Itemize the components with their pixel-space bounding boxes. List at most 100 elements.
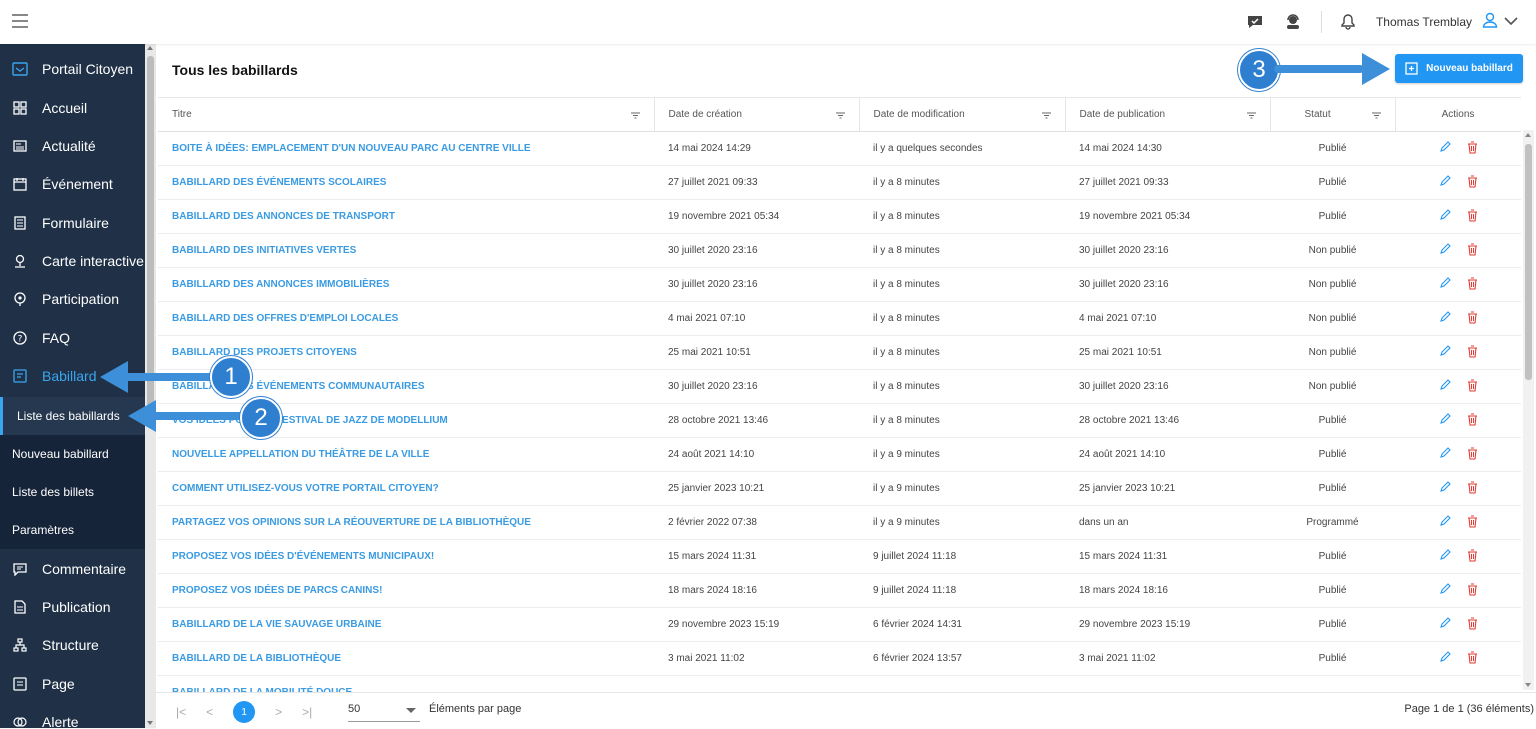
sidebar-item-commentaire[interactable]: Commentaire bbox=[0, 550, 145, 588]
edit-pencil-icon[interactable] bbox=[1439, 379, 1451, 391]
delete-trash-icon[interactable] bbox=[1467, 447, 1478, 460]
sidebar-subitem-liste-des-billets[interactable]: Liste des billets bbox=[0, 473, 145, 511]
filter-icon[interactable] bbox=[1246, 111, 1256, 122]
sidebar-item-alerte[interactable]: Alerte bbox=[0, 703, 145, 728]
edit-pencil-icon[interactable] bbox=[1439, 311, 1451, 323]
last-page-icon[interactable]: >| bbox=[302, 705, 312, 719]
column-header-date-creation[interactable]: Date de création bbox=[654, 98, 860, 132]
column-header-statut[interactable]: Statut bbox=[1270, 98, 1396, 132]
sidebar-item-faq[interactable]: ? FAQ bbox=[0, 319, 145, 357]
row-title-link[interactable]: Comment utilisez-vous votre portail cito… bbox=[158, 471, 654, 506]
delete-trash-icon[interactable] bbox=[1467, 549, 1478, 562]
row-title-link[interactable]: Nouvelle appellation du théâtre de la vi… bbox=[158, 437, 654, 472]
sidebar-item-page[interactable]: Page bbox=[0, 665, 145, 703]
delete-trash-icon[interactable] bbox=[1467, 141, 1478, 154]
sidebar-scrollbar[interactable] bbox=[145, 44, 156, 728]
new-board-button[interactable]: Nouveau babillard bbox=[1395, 54, 1523, 83]
user-profile-icon[interactable] bbox=[1482, 12, 1498, 33]
row-title-link[interactable]: Babillard de la mobilité douce bbox=[158, 675, 654, 692]
scroll-up-icon[interactable] bbox=[147, 46, 153, 50]
table-row[interactable]: Babillard de la mobilité douce bbox=[158, 675, 1521, 692]
delete-trash-icon[interactable] bbox=[1467, 413, 1478, 426]
row-title-link[interactable]: Proposez vos idées d'événements municipa… bbox=[158, 539, 654, 574]
sidebar-item-formulaire[interactable]: Formulaire bbox=[0, 204, 145, 242]
row-title-link[interactable]: Boite à idées: Emplacement d'un nouveau … bbox=[158, 131, 654, 166]
edit-pencil-icon[interactable] bbox=[1439, 515, 1451, 527]
edit-pencil-icon[interactable] bbox=[1439, 413, 1451, 425]
delete-trash-icon[interactable] bbox=[1467, 651, 1478, 664]
delete-trash-icon[interactable] bbox=[1467, 379, 1478, 392]
row-title-link[interactable]: Partagez vos opinions sur la réouverture… bbox=[158, 505, 654, 540]
filter-icon[interactable] bbox=[1371, 111, 1381, 122]
delete-trash-icon[interactable] bbox=[1467, 583, 1478, 596]
column-header-titre[interactable]: Titre bbox=[158, 98, 655, 132]
column-header-date-publication[interactable]: Date de publication bbox=[1065, 98, 1271, 132]
row-title-link[interactable]: Babillard des offres d'emploi locales bbox=[158, 301, 654, 336]
hamburger-menu-icon[interactable] bbox=[12, 14, 28, 28]
table-row[interactable]: Babillard de la bibliothèque 3 mai 2021 1… bbox=[158, 641, 1521, 676]
previous-page-icon[interactable]: < bbox=[206, 705, 213, 719]
table-row[interactable]: Comment utilisez-vous votre portail cito… bbox=[158, 471, 1521, 506]
support-agent-icon[interactable] bbox=[1283, 12, 1303, 32]
delete-trash-icon[interactable] bbox=[1467, 617, 1478, 630]
next-page-icon[interactable]: > bbox=[275, 705, 282, 719]
sidebar-item-carte-interactive[interactable]: Carte interactive bbox=[0, 242, 145, 280]
sidebar-item-publication[interactable]: Publication bbox=[0, 588, 145, 626]
edit-pencil-icon[interactable] bbox=[1439, 617, 1451, 629]
user-name[interactable]: Thomas Tremblay bbox=[1376, 15, 1472, 29]
row-title-link[interactable]: Babillard des annonces immobilières bbox=[158, 267, 654, 302]
items-per-page-select[interactable]: 50 bbox=[348, 703, 420, 722]
edit-pencil-icon[interactable] bbox=[1439, 481, 1451, 493]
table-row[interactable]: Babillard des initiatives vertes 30 juill… bbox=[158, 233, 1521, 268]
table-row[interactable]: Babillard des événements communautaires 3… bbox=[158, 369, 1521, 404]
edit-pencil-icon[interactable] bbox=[1439, 447, 1451, 459]
filter-icon[interactable] bbox=[1041, 111, 1051, 122]
notifications-bell-icon[interactable] bbox=[1338, 12, 1358, 32]
scroll-down-icon[interactable] bbox=[1525, 683, 1531, 687]
table-row[interactable]: Babillard des offres d'emploi locales 4 m… bbox=[158, 301, 1521, 336]
table-row[interactable]: Babillard des annonces immobilières 30 ju… bbox=[158, 267, 1521, 302]
edit-pencil-icon[interactable] bbox=[1439, 651, 1451, 663]
filter-icon[interactable] bbox=[835, 111, 845, 122]
edit-pencil-icon[interactable] bbox=[1439, 277, 1451, 289]
edit-pencil-icon[interactable] bbox=[1439, 141, 1451, 153]
table-row[interactable]: Babillard des annonces de transport 19 no… bbox=[158, 199, 1521, 234]
delete-trash-icon[interactable] bbox=[1467, 345, 1478, 358]
sidebar-scroll-thumb[interactable] bbox=[147, 56, 154, 406]
scroll-down-icon[interactable] bbox=[147, 721, 153, 725]
row-title-link[interactable]: Babillard de la bibliothèque bbox=[158, 641, 654, 676]
table-row[interactable]: Babillard des événements scolaires 27 jui… bbox=[158, 165, 1521, 200]
edit-pencil-icon[interactable] bbox=[1439, 345, 1451, 357]
sidebar-subitem-liste-des-babillards[interactable]: Liste des babillards bbox=[0, 397, 148, 435]
row-title-link[interactable]: Babillard des annonces de transport bbox=[158, 199, 654, 234]
delete-trash-icon[interactable] bbox=[1467, 277, 1478, 290]
chevron-down-icon[interactable] bbox=[1504, 13, 1518, 31]
row-title-link[interactable]: Vos idées pour le festival de jazz de Mo… bbox=[158, 403, 654, 438]
table-scrollbar[interactable] bbox=[1523, 130, 1534, 690]
edit-pencil-icon[interactable] bbox=[1439, 209, 1451, 221]
sidebar-item-accueil[interactable]: Accueil bbox=[0, 89, 145, 127]
sidebar-subitem-parametres[interactable]: Paramètres bbox=[0, 511, 145, 549]
table-row[interactable]: Vos idées pour le festival de jazz de Mo… bbox=[158, 403, 1521, 438]
row-title-link[interactable]: Babillard des initiatives vertes bbox=[158, 233, 654, 268]
table-row[interactable]: Boite à idées: Emplacement d'un nouveau … bbox=[158, 131, 1521, 166]
delete-trash-icon[interactable] bbox=[1467, 209, 1478, 222]
delete-trash-icon[interactable] bbox=[1467, 175, 1478, 188]
first-page-icon[interactable]: |< bbox=[176, 705, 186, 719]
sidebar-brand[interactable]: Portail Citoyen bbox=[0, 50, 145, 88]
sidebar-item-participation[interactable]: Participation bbox=[0, 280, 145, 318]
edit-pencil-icon[interactable] bbox=[1439, 549, 1451, 561]
edit-pencil-icon[interactable] bbox=[1439, 583, 1451, 595]
sidebar-subitem-nouveau-babillard[interactable]: Nouveau babillard bbox=[0, 435, 145, 473]
row-title-link[interactable]: Babillard de la vie sauvage urbaine bbox=[158, 607, 654, 642]
delete-trash-icon[interactable] bbox=[1467, 243, 1478, 256]
delete-trash-icon[interactable] bbox=[1467, 515, 1478, 528]
table-row[interactable]: Proposez vos idées de parcs canins! 18 ma… bbox=[158, 573, 1521, 608]
row-title-link[interactable]: Proposez vos idées de parcs canins! bbox=[158, 573, 654, 608]
sidebar-item-evenement[interactable]: Événement bbox=[0, 165, 145, 203]
filter-icon[interactable] bbox=[630, 111, 640, 122]
edit-pencil-icon[interactable] bbox=[1439, 243, 1451, 255]
row-title-link[interactable]: Babillard des événements scolaires bbox=[158, 165, 654, 200]
messages-icon[interactable] bbox=[1245, 12, 1265, 32]
scroll-up-icon[interactable] bbox=[1525, 133, 1531, 137]
